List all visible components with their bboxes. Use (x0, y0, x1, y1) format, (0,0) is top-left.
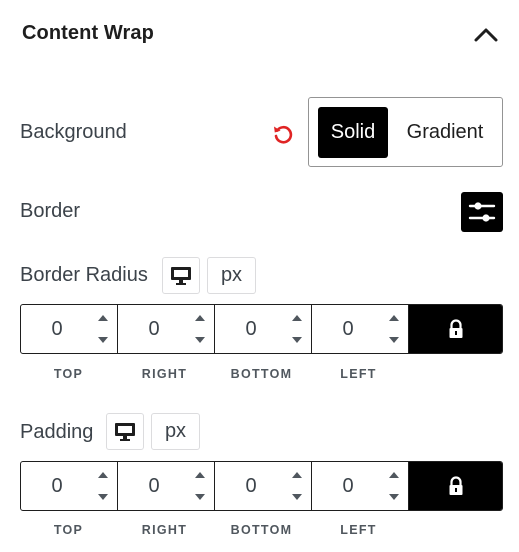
background-type-toggle[interactable]: Solid Gradient (308, 97, 503, 167)
border-radius-left-input[interactable]: 0 (312, 305, 409, 353)
border-radius-bottom-input[interactable]: 0 (215, 305, 312, 353)
border-radius-device-button[interactable] (162, 257, 200, 294)
padding-left-label: LEFT (340, 523, 377, 537)
panel-title: Content Wrap (22, 22, 154, 44)
panel-header[interactable]: Content Wrap (0, 0, 519, 70)
decrement-arrow-icon[interactable] (385, 486, 403, 508)
padding-bottom-label: BOTTOM (230, 523, 293, 537)
increment-arrow-icon[interactable] (191, 307, 209, 329)
padding-right-label: RIGHT (141, 523, 188, 537)
increment-arrow-icon[interactable] (288, 307, 306, 329)
padding-label: Padding (20, 421, 94, 443)
border-radius-inputs: 0 0 0 0 (20, 304, 503, 354)
decrement-arrow-icon[interactable] (288, 329, 306, 351)
border-radius-link-button[interactable] (409, 305, 502, 353)
padding-bottom-input[interactable]: 0 (215, 462, 312, 510)
padding-left-value[interactable]: 0 (312, 462, 384, 510)
padding-top-label: TOP (53, 523, 84, 537)
reset-icon (274, 125, 293, 144)
border-radius-label: Border Radius (20, 264, 148, 286)
border-radius-unit-button[interactable]: px (207, 257, 256, 294)
decrement-arrow-icon[interactable] (94, 486, 112, 508)
lock-icon (449, 319, 462, 338)
padding-top-input[interactable]: 0 (21, 462, 118, 510)
decrement-arrow-icon[interactable] (94, 329, 112, 351)
border-radius-top-label: TOP (53, 367, 84, 381)
border-radius-top-value[interactable]: 0 (21, 305, 93, 353)
desktop-icon (115, 422, 135, 441)
gradient-option[interactable]: Gradient (392, 107, 498, 158)
padding-unit-button[interactable]: px (151, 413, 200, 450)
padding-device-button[interactable] (106, 413, 144, 450)
decrement-arrow-icon[interactable] (191, 329, 209, 351)
increment-arrow-icon[interactable] (94, 307, 112, 329)
padding-top-value[interactable]: 0 (21, 462, 93, 510)
increment-arrow-icon[interactable] (94, 464, 112, 486)
border-radius-bottom-label: BOTTOM (230, 367, 293, 381)
decrement-arrow-icon[interactable] (385, 329, 403, 351)
padding-bottom-value[interactable]: 0 (215, 462, 287, 510)
border-radius-left-value[interactable]: 0 (312, 305, 384, 353)
padding-inputs: 0 0 0 0 (20, 461, 503, 511)
border-radius-left-label: LEFT (340, 367, 377, 381)
collapse-button[interactable] (468, 20, 504, 50)
border-radius-right-label: RIGHT (141, 367, 188, 381)
border-radius-right-input[interactable]: 0 (118, 305, 215, 353)
increment-arrow-icon[interactable] (385, 307, 403, 329)
background-label: Background (20, 121, 127, 143)
border-settings-button[interactable] (461, 192, 503, 232)
sliders-icon (468, 202, 496, 222)
border-radius-right-value[interactable]: 0 (118, 305, 190, 353)
increment-arrow-icon[interactable] (288, 464, 306, 486)
desktop-icon (171, 266, 191, 285)
padding-left-input[interactable]: 0 (312, 462, 409, 510)
border-radius-bottom-value[interactable]: 0 (215, 305, 287, 353)
increment-arrow-icon[interactable] (191, 464, 209, 486)
padding-link-button[interactable] (409, 462, 502, 510)
padding-right-value[interactable]: 0 (118, 462, 190, 510)
border-radius-top-input[interactable]: 0 (21, 305, 118, 353)
decrement-arrow-icon[interactable] (288, 486, 306, 508)
lock-icon (449, 476, 462, 495)
increment-arrow-icon[interactable] (385, 464, 403, 486)
padding-right-input[interactable]: 0 (118, 462, 215, 510)
border-label: Border (20, 200, 81, 222)
decrement-arrow-icon[interactable] (191, 486, 209, 508)
background-reset-button[interactable] (268, 119, 298, 149)
solid-option[interactable]: Solid (318, 107, 388, 158)
chevron-up-icon (474, 28, 498, 42)
